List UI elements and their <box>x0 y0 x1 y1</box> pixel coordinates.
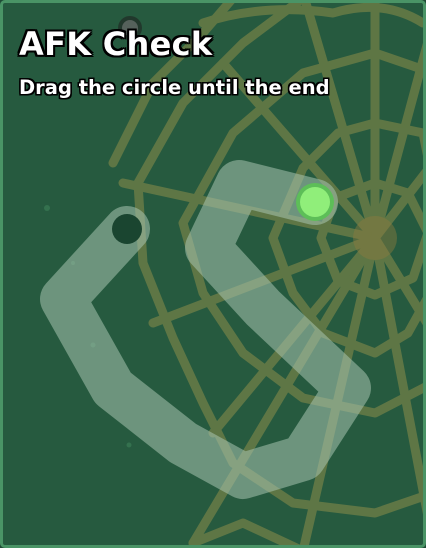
afk-check-panel: AFK Check Drag the circle until the end <box>0 0 426 548</box>
afk-check-title: AFK Check <box>19 25 213 63</box>
drag-handle-circle[interactable] <box>296 183 334 221</box>
afk-check-instruction: Drag the circle until the end <box>19 76 330 99</box>
path-end-icon <box>112 214 142 244</box>
